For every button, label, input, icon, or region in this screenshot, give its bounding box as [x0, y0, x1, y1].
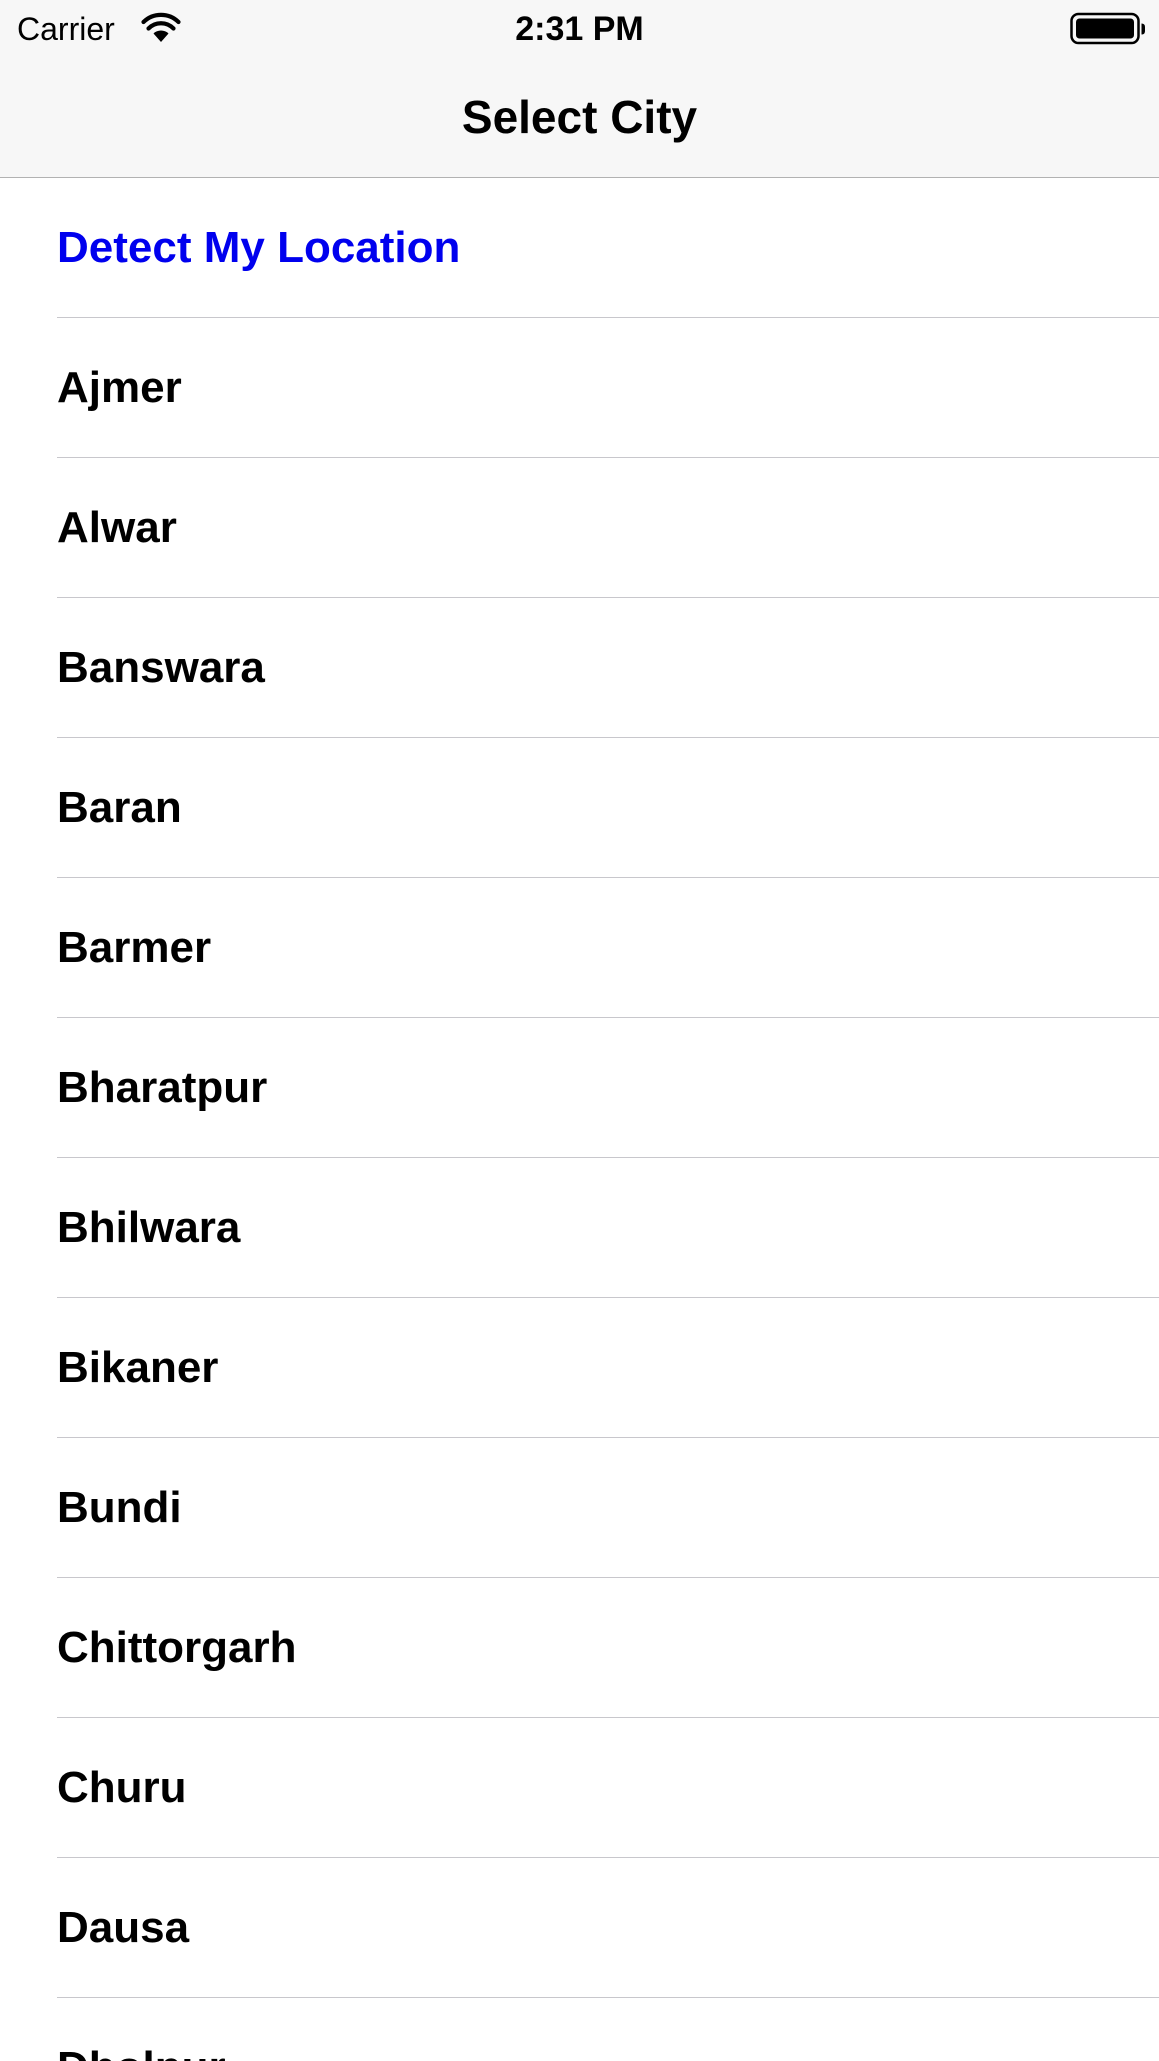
city-label: Alwar [57, 503, 177, 552]
city-row-dausa[interactable]: Dausa [0, 1858, 1159, 1998]
city-label: Bundi [57, 1483, 182, 1532]
city-row-ajmer[interactable]: Ajmer [0, 318, 1159, 458]
city-label: Chittorgarh [57, 1623, 297, 1672]
city-row-baran[interactable]: Baran [0, 738, 1159, 878]
page-title: Select City [461, 91, 698, 143]
city-row-alwar[interactable]: Alwar [0, 458, 1159, 598]
city-label: Bharatpur [57, 1063, 268, 1112]
status-time: 2:31 PM [515, 10, 644, 48]
battery-icon [1070, 12, 1145, 45]
city-label: Dholpur [57, 2041, 226, 2061]
navigation-bar: Select City [0, 58, 1159, 178]
city-label: Ajmer [57, 363, 182, 412]
city-label: Barmer [57, 923, 212, 972]
detect-location-row[interactable]: Detect My Location [0, 178, 1159, 318]
city-row-churu[interactable]: Churu [0, 1718, 1159, 1858]
city-row-dholpur[interactable]: Dholpur [0, 1998, 1159, 2061]
detect-location-label[interactable]: Detect My Location [57, 221, 460, 275]
city-label: Baran [57, 783, 182, 832]
city-label: Churu [57, 1763, 187, 1812]
city-label: Bikaner [57, 1343, 219, 1392]
city-row-barmer[interactable]: Barmer [0, 878, 1159, 1018]
status-bar: Carrier 2:31 PM [0, 0, 1159, 58]
city-list[interactable]: Detect My Location Ajmer Alwar Banswara … [0, 178, 1159, 2061]
city-row-bhilwara[interactable]: Bhilwara [0, 1158, 1159, 1298]
city-label: Bhilwara [57, 1203, 241, 1252]
city-row-chittorgarh[interactable]: Chittorgarh [0, 1578, 1159, 1718]
city-label: Dausa [57, 1903, 190, 1952]
city-row-bundi[interactable]: Bundi [0, 1438, 1159, 1578]
city-row-bharatpur[interactable]: Bharatpur [0, 1018, 1159, 1158]
city-row-bikaner[interactable]: Bikaner [0, 1298, 1159, 1438]
city-row-banswara[interactable]: Banswara [0, 598, 1159, 738]
city-label: Banswara [57, 643, 265, 692]
